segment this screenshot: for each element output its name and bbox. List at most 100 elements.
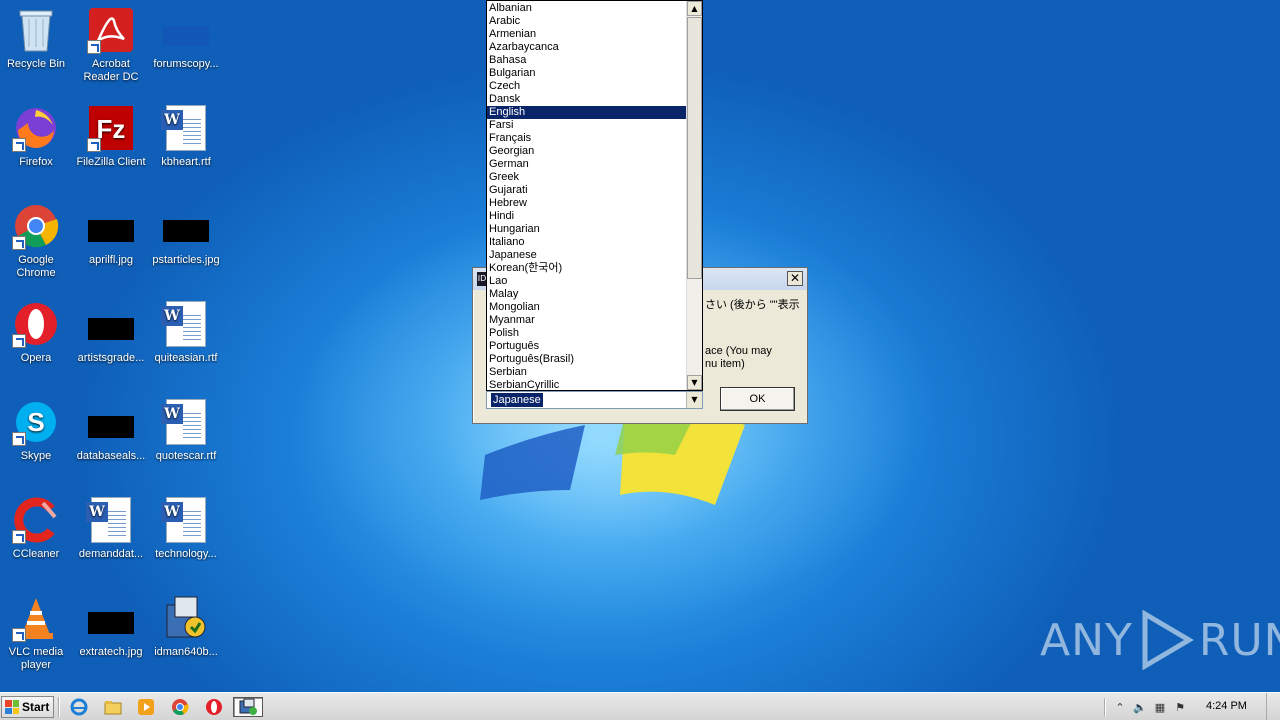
scroll-down-icon[interactable]: ▼ [687, 375, 702, 390]
desktop-icon-databaseals[interactable]: databaseals... [73, 398, 149, 463]
active-installer-task-icon[interactable] [233, 697, 263, 717]
desktop-icon-demanddat[interactable]: W demanddat... [73, 496, 149, 561]
language-option[interactable]: Português(Brasil) [487, 353, 688, 366]
language-option[interactable]: Bulgarian [487, 67, 688, 80]
media-player-icon[interactable] [135, 697, 157, 717]
language-option[interactable]: Italiano [487, 236, 688, 249]
recycle-bin-icon [12, 6, 60, 54]
desktop-icon-recycle-bin[interactable]: Recycle Bin [0, 6, 74, 71]
language-option[interactable]: Czech [487, 80, 688, 93]
language-option[interactable]: Dansk [487, 93, 688, 106]
ccleaner-icon [12, 496, 60, 544]
language-option[interactable]: Hebrew [487, 197, 688, 210]
opera-taskbar-icon[interactable] [203, 697, 225, 717]
language-option[interactable]: Bahasa [487, 54, 688, 67]
desktop-icon-kbheart[interactable]: W kbheart.rtf [148, 104, 224, 169]
desktop-icon-label: demanddat... [78, 548, 144, 560]
desktop-icon-aprilfl[interactable]: aprilfl.jpg [73, 202, 149, 267]
language-option[interactable]: Lao [487, 275, 688, 288]
desktop-icon-filezilla[interactable]: Fz FileZilla Client [73, 104, 149, 169]
desktop-icon-ccleaner[interactable]: CCleaner [0, 496, 74, 561]
desktop-icon-label: aprilfl.jpg [88, 254, 134, 266]
action-center-flag-icon[interactable]: ⚑ [1170, 698, 1190, 716]
word-document-icon: W [161, 496, 210, 544]
language-option[interactable]: SerbianCyrillic [487, 379, 688, 390]
chevron-up-icon[interactable]: ⌃ [1110, 698, 1130, 716]
desktop-icon-label: pstarticles.jpg [152, 254, 220, 266]
start-button[interactable]: Start [1, 696, 54, 718]
ok-button[interactable]: OK [720, 387, 795, 411]
windows-flag-icon [5, 700, 19, 714]
language-option[interactable]: Polish [487, 327, 688, 340]
language-option[interactable]: Armenian [487, 28, 688, 41]
language-option[interactable]: Français [487, 132, 688, 145]
watermark-left-text: ANY [1040, 614, 1133, 666]
word-document-icon: W [161, 300, 210, 348]
language-option[interactable]: Azarbaycanca [487, 41, 688, 54]
language-option[interactable]: Korean(한국어) [487, 262, 688, 275]
taskbar: Start ⌃ 🔈 ▦ ⚑ 4:24 PM [0, 692, 1280, 720]
firefox-icon [12, 104, 60, 152]
desktop-icon-quotescar[interactable]: W quotescar.rtf [148, 398, 224, 463]
desktop-icon-firefox[interactable]: Firefox [0, 104, 74, 169]
language-option[interactable]: Japanese [487, 249, 688, 262]
desktop-icon-label: kbheart.rtf [161, 156, 211, 168]
language-option[interactable]: English [487, 106, 688, 119]
scroll-thumb[interactable] [687, 17, 702, 279]
chrome-taskbar-icon[interactable] [169, 697, 191, 717]
desktop-icon-label: forumscopy... [153, 58, 219, 70]
desktop-icon-google-chrome[interactable]: Google Chrome [0, 202, 74, 280]
language-option[interactable]: Mongolian [487, 301, 688, 314]
svg-text:S: S [27, 407, 44, 437]
language-option[interactable]: Georgian [487, 145, 688, 158]
language-combo-box[interactable]: Japanese ▼ [486, 391, 703, 409]
shortcut-arrow-icon [12, 432, 26, 446]
network-icon[interactable]: ▦ [1150, 698, 1170, 716]
language-dropdown-list[interactable]: Albanian Arabic Armenian Azarbaycanca Bahasa… [486, 0, 703, 391]
dropdown-scrollbar[interactable]: ▲ ▼ [686, 1, 702, 390]
desktop-icon-idman[interactable]: idman640b... [148, 594, 224, 659]
language-option[interactable]: German [487, 158, 688, 171]
image-file-icon [87, 398, 135, 446]
language-option[interactable]: Farsi [487, 119, 688, 132]
desktop-icon-acrobat-reader[interactable]: Acrobat Reader DC [73, 6, 149, 84]
taskbar-separator [58, 697, 60, 717]
language-option[interactable]: Português [487, 340, 688, 353]
language-option[interactable]: Serbian [487, 366, 688, 379]
file-explorer-icon[interactable] [102, 697, 124, 717]
desktop-icon-technology[interactable]: W technology... [148, 496, 224, 561]
chevron-down-icon[interactable]: ▼ [686, 392, 702, 408]
desktop-icon-extratech[interactable]: extratech.jpg [73, 594, 149, 659]
language-option[interactable]: Arabic [487, 15, 688, 28]
desktop-icon-opera[interactable]: Opera [0, 300, 74, 365]
desktop-icon-vlc[interactable]: VLC media player [0, 594, 74, 672]
image-file-icon [162, 6, 210, 54]
taskbar-clock[interactable]: 4:24 PM [1206, 700, 1247, 712]
play-icon [1142, 610, 1194, 670]
scroll-up-icon[interactable]: ▲ [687, 1, 702, 16]
language-option[interactable]: Malay [487, 288, 688, 301]
desktop-icon-quiteasian[interactable]: W quiteasian.rtf [148, 300, 224, 365]
image-file-icon [87, 202, 135, 250]
desktop-icon-pstarticles[interactable]: pstarticles.jpg [148, 202, 224, 267]
desktop-icon-skype[interactable]: S Skype [0, 398, 74, 463]
desktop-icon-artistsgrade[interactable]: artistsgrade... [73, 300, 149, 365]
show-desktop-button[interactable] [1266, 693, 1280, 720]
start-label: Start [22, 700, 50, 714]
desktop-icon-label: Opera [20, 352, 52, 364]
language-option[interactable]: Hungarian [487, 223, 688, 236]
close-button[interactable]: ✕ [787, 271, 803, 286]
language-option[interactable]: Gujarati [487, 184, 688, 197]
language-option[interactable]: Greek [487, 171, 688, 184]
desktop-icon-forumscopy[interactable]: forumscopy... [148, 6, 224, 71]
internet-explorer-icon[interactable] [68, 697, 90, 717]
volume-icon[interactable]: 🔈 [1130, 698, 1150, 716]
language-option[interactable]: Myanmar [487, 314, 688, 327]
desktop-icon-label: Google Chrome [16, 254, 56, 279]
desktop-icon-label: idman640b... [154, 646, 218, 658]
dialog-message-line: ace (You may [705, 345, 772, 357]
installer-icon [162, 594, 210, 642]
desktop-icon-label: technology... [155, 548, 217, 560]
language-option[interactable]: Hindi [487, 210, 688, 223]
language-option[interactable]: Albanian [487, 2, 688, 15]
